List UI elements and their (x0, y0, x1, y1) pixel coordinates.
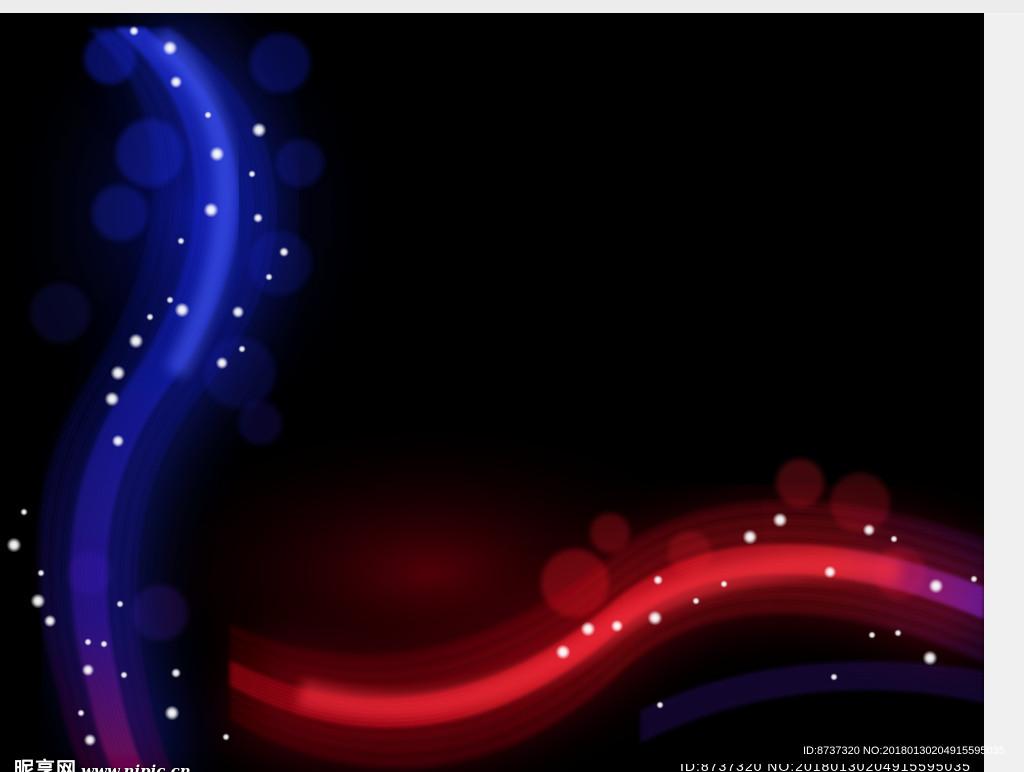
sparkle-dot (279, 247, 289, 257)
sparkle-dot (610, 619, 624, 633)
sparkle-dot (656, 701, 664, 709)
sparkle-dot (83, 733, 97, 747)
sparkle-dot (890, 535, 898, 543)
sparkle-dot (162, 40, 178, 56)
sparkle-dot (922, 650, 938, 666)
abstract-light-wave-image: 昵享网 www.nipic.cn (0, 13, 984, 772)
sparkle-dot (6, 537, 22, 553)
sparkle-dot (253, 213, 263, 223)
sparkle-dot (238, 345, 246, 353)
sparkle-dot (110, 365, 126, 381)
sparkle-dot (231, 305, 245, 319)
sparkle-dot (222, 733, 230, 741)
sparkle-dot (742, 529, 758, 545)
sparkle-dot (970, 575, 978, 583)
sparkle-dot (171, 668, 181, 678)
sparkle-dot (116, 600, 124, 608)
sparkle-dot (692, 597, 700, 605)
light-wave-artwork (0, 13, 984, 772)
watermark-url: www.nipic.cn (81, 762, 191, 772)
bokeh-circle (30, 283, 90, 343)
top-border (0, 0, 1024, 13)
sparkle-dot (580, 621, 596, 637)
sparkle-dot (166, 296, 174, 304)
sparkle-dot (20, 508, 28, 516)
sparkle-dot (720, 580, 728, 588)
sparkle-dot (77, 709, 85, 717)
sparkle-dot (120, 671, 128, 679)
sparkle-dot (555, 644, 571, 660)
bokeh-circle (250, 33, 310, 93)
sparkle-dot (174, 302, 190, 318)
sparkle-dot (265, 273, 273, 281)
sparkle-dot (894, 629, 902, 637)
sparkle-dot (209, 146, 225, 162)
sparkle-dot (928, 578, 944, 594)
cut-off-caption: ID:8737320 NO:20180130204915595035 (680, 764, 980, 772)
cut-off-caption-text: ID:8737320 NO:20180130204915595035 (680, 764, 971, 772)
sparkle-dot (100, 640, 108, 648)
sparkle-dot (868, 631, 876, 639)
sparkle-dot (129, 26, 139, 36)
sparkle-dot (37, 569, 45, 577)
watermark-site-name: 昵享网 (14, 757, 77, 772)
sparkle-dot (647, 610, 663, 626)
sparkle-dot (830, 673, 838, 681)
bokeh-circle (238, 401, 282, 445)
image-id-label: ID:8737320 NO:20180130204915595035 (803, 745, 1005, 757)
sparkle-dot (772, 512, 788, 528)
sparkle-dot (169, 75, 183, 89)
bokeh-circle (276, 139, 324, 187)
bokeh-circle (776, 459, 824, 507)
sparkle-dot (203, 202, 219, 218)
sparkle-dot (111, 434, 125, 448)
sparkle-dot (43, 614, 57, 628)
sparkle-dot (177, 237, 185, 245)
sparkle-dot (823, 565, 837, 579)
sparkle-dot (164, 705, 180, 721)
site-watermark: 昵享网 www.nipic.cn (14, 753, 191, 772)
sparkle-dot (204, 111, 212, 119)
sparkle-dot (653, 575, 663, 585)
sparkle-dot (215, 356, 229, 370)
sparkle-dot (104, 391, 120, 407)
right-border (984, 13, 1024, 772)
sparkle-dot (81, 663, 95, 677)
sparkle-dot (30, 593, 46, 609)
sparkle-dot (84, 638, 92, 646)
bokeh-circle (92, 185, 148, 241)
sparkle-dot (251, 122, 267, 138)
sparkle-dot (248, 170, 256, 178)
sparkle-dot (146, 313, 154, 321)
sparkle-dot (862, 523, 876, 537)
sparkle-dot (128, 333, 144, 349)
